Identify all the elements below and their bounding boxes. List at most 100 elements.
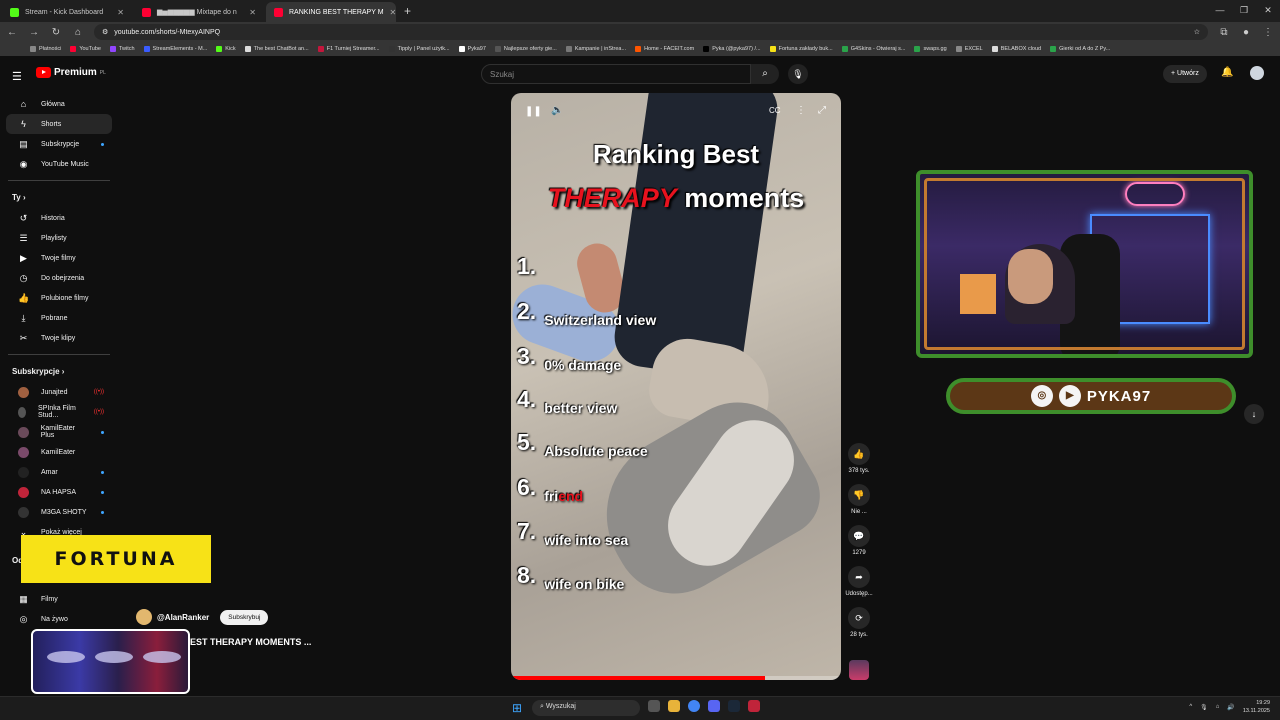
sidebar-subscriptions-header[interactable]: Subskrypcje › bbox=[0, 361, 118, 382]
sidebar-item-m3ga-shoty[interactable]: M3GA SHOTY bbox=[6, 502, 112, 522]
browser-menu-icon[interactable]: ⋮ bbox=[1262, 27, 1274, 38]
short-title[interactable]: EST THERAPY MOMENTS ... bbox=[190, 637, 311, 647]
hamburger-menu-icon[interactable]: ☰ bbox=[12, 70, 22, 83]
bookmark-item[interactable]: Home - FACEIT.com bbox=[635, 46, 694, 52]
sidebar-item-amar[interactable]: Amar bbox=[6, 462, 112, 482]
bookmark-item[interactable]: Kick bbox=[216, 46, 236, 52]
account-avatar[interactable] bbox=[1250, 66, 1264, 80]
sidebar-item-kamileater[interactable]: KamilEater bbox=[6, 442, 112, 462]
sidebar-item-filmy[interactable]: ▦ Filmy bbox=[6, 589, 112, 609]
discord-icon[interactable] bbox=[708, 700, 720, 712]
sidebar-item-shorts[interactable]: ϟ Shorts bbox=[6, 114, 112, 134]
sidebar-item-na-ywo[interactable]: ◎ Na żywo bbox=[6, 609, 112, 629]
bookmark-item[interactable]: BELABOX cloud bbox=[991, 46, 1041, 52]
microphone-icon[interactable]: 🎙 bbox=[788, 64, 808, 84]
sidebar-item-subskrypcje[interactable]: ▤ Subskrypcje bbox=[6, 134, 112, 154]
new-tab-button[interactable]: + bbox=[404, 4, 411, 18]
tray-up-icon[interactable]: ^ bbox=[1189, 704, 1192, 710]
bookmark-item[interactable]: Pyka (@pyka97) /... bbox=[703, 46, 761, 52]
short-video-player[interactable]: ❚❚ 🔈 CC ⋮ ⤢ Ranking Best THERAPY moments… bbox=[511, 93, 841, 680]
bookmark-item[interactable]: EXCEL bbox=[955, 46, 983, 52]
file-explorer-icon[interactable] bbox=[668, 700, 680, 712]
back-icon[interactable]: ← bbox=[6, 27, 18, 38]
sidebar-item-kamileater-plus[interactable]: KamilEater Plus bbox=[6, 422, 112, 442]
bookmark-item[interactable]: Gierki od A do Z Py... bbox=[1050, 46, 1110, 52]
minimize-icon[interactable]: — bbox=[1208, 0, 1232, 22]
volume-icon[interactable]: 🔈 bbox=[551, 105, 563, 116]
fullscreen-icon[interactable]: ⤢ bbox=[818, 105, 826, 116]
dislike-button[interactable]: 👎 Nie ... bbox=[845, 484, 873, 515]
bookmark-item[interactable]: StreamElements - M... bbox=[143, 46, 207, 52]
bookmark-item[interactable]: G4Skins - Otwieraj s... bbox=[841, 46, 905, 52]
home-icon[interactable]: ⌂ bbox=[72, 27, 84, 38]
sidebar-item-polubione-filmy[interactable]: 👍 Polubione filmy bbox=[6, 288, 112, 308]
site-info-icon[interactable]: ⚙ bbox=[102, 28, 108, 36]
address-bar[interactable]: ⚙ youtube.com/shorts/-MtexyAINPQ ☆ bbox=[94, 24, 1208, 40]
sidebar-item-pobrane[interactable]: ⤓ Pobrane bbox=[6, 308, 112, 328]
sidebar-item-playlisty[interactable]: ☰ Playlisty bbox=[6, 228, 112, 248]
volume-tray-icon[interactable]: 🔊 bbox=[1227, 704, 1234, 711]
sound-thumbnail[interactable] bbox=[849, 660, 869, 680]
channel-avatar[interactable] bbox=[136, 609, 152, 625]
like-button[interactable]: 👍 378 tys. bbox=[845, 443, 873, 474]
maximize-icon[interactable]: ❐ bbox=[1232, 0, 1256, 22]
bookmark-item[interactable]: Fortuna zakłady buk... bbox=[769, 46, 833, 52]
sidebar-item-historia[interactable]: ↺ Historia bbox=[6, 208, 112, 228]
more-options-icon[interactable]: ⋮ bbox=[796, 105, 806, 116]
bookmark-item[interactable]: Pyka97 bbox=[458, 46, 486, 52]
extensions-icon[interactable]: ⧉ bbox=[1218, 27, 1230, 38]
taskbar-search[interactable]: ⌕ Wyszukaj bbox=[532, 700, 640, 716]
forward-icon[interactable]: → bbox=[28, 27, 40, 38]
app-icon[interactable] bbox=[748, 700, 760, 712]
sidebar-item-youtube-music[interactable]: ◉ YouTube Music bbox=[6, 154, 112, 174]
channel-name[interactable]: @AlanRanker bbox=[157, 613, 209, 622]
bookmark-item[interactable]: Tipply | Panel użytk... bbox=[388, 46, 450, 52]
close-tab-icon[interactable]: ✕ bbox=[390, 8, 396, 17]
sidebar-you-header[interactable]: Ty › bbox=[0, 187, 118, 208]
sidebar-item-twoje-filmy[interactable]: ▶ Twoje filmy bbox=[6, 248, 112, 268]
bookmark-star-icon[interactable]: ☆ bbox=[1194, 28, 1200, 36]
bookmark-item[interactable]: Płatności bbox=[30, 46, 61, 52]
browser-tab[interactable]: RANKING BEST THERAPY M ✕ bbox=[266, 2, 396, 22]
bookmark-item[interactable]: The best ChatBot an... bbox=[244, 46, 309, 52]
windows-start-icon[interactable]: ⊞ bbox=[512, 701, 526, 715]
steam-icon[interactable] bbox=[728, 700, 740, 712]
clock[interactable]: 19:29 13.11.2025 bbox=[1243, 699, 1270, 715]
bookmark-item[interactable]: F1 Turniej Streamer... bbox=[317, 46, 380, 52]
mic-tray-icon[interactable]: 🎙 bbox=[1200, 704, 1208, 711]
share-button[interactable]: ➦ Udostęp... bbox=[845, 566, 873, 597]
sidebar-item-junajted[interactable]: Junajted ((•)) bbox=[6, 382, 112, 402]
chrome-icon[interactable] bbox=[688, 700, 700, 712]
search-icon[interactable]: ⌕ bbox=[751, 64, 779, 84]
sidebar-item-twoje-klipy[interactable]: ✂ Twoje klipy bbox=[6, 328, 112, 348]
create-button[interactable]: + Utwórz bbox=[1163, 65, 1207, 83]
bookmark-item[interactable]: swaps.gg bbox=[914, 46, 947, 52]
browser-tab[interactable]: Stream - Kick Dashboard ✕ bbox=[2, 2, 132, 22]
browser-tab[interactable]: ▆▅▆▆▆▆▆ Mixtape do n ✕ bbox=[134, 2, 264, 22]
comments-button[interactable]: 💬 1279 bbox=[845, 525, 873, 556]
profile-icon[interactable]: ● bbox=[1240, 27, 1252, 38]
youtube-logo[interactable]: Premium PL bbox=[36, 67, 106, 78]
bookmark-item[interactable]: Najlepsze oferty gie... bbox=[494, 46, 557, 52]
remix-button[interactable]: ⟳ 28 tys. bbox=[845, 607, 873, 638]
pause-icon[interactable]: ❚❚ bbox=[525, 106, 542, 117]
sidebar-item-g-wna[interactable]: ⌂ Główna bbox=[6, 94, 112, 114]
bookmark-item[interactable]: YouTube bbox=[70, 46, 101, 52]
next-short-icon[interactable]: ↓ bbox=[1244, 404, 1264, 424]
close-window-icon[interactable]: ✕ bbox=[1256, 0, 1280, 22]
close-tab-icon[interactable]: ✕ bbox=[117, 8, 124, 17]
video-progress-bar[interactable] bbox=[511, 676, 841, 680]
close-tab-icon[interactable]: ✕ bbox=[249, 8, 256, 17]
subscribe-button[interactable]: Subskrybuj bbox=[220, 609, 269, 625]
bookmark-item[interactable]: Twitch bbox=[109, 46, 135, 52]
sidebar-item-do-obejrzenia[interactable]: ◷ Do obejrzenia bbox=[6, 268, 112, 288]
sidebar-item-spinka-film-stud[interactable]: SPInka Film Stud... ((•)) bbox=[6, 402, 112, 422]
network-icon[interactable]: ⌂ bbox=[1216, 704, 1220, 710]
notifications-bell-icon[interactable]: 🔔 bbox=[1221, 67, 1233, 78]
task-view-icon[interactable] bbox=[648, 700, 660, 712]
captions-icon[interactable]: CC bbox=[769, 106, 781, 115]
search-input[interactable]: Szukaj bbox=[481, 64, 751, 84]
reload-icon[interactable]: ↻ bbox=[50, 27, 62, 38]
sidebar-item-na-hapsa[interactable]: NA HAPSA bbox=[6, 482, 112, 502]
bookmark-item[interactable]: Kampanie | inStrea... bbox=[565, 46, 626, 52]
